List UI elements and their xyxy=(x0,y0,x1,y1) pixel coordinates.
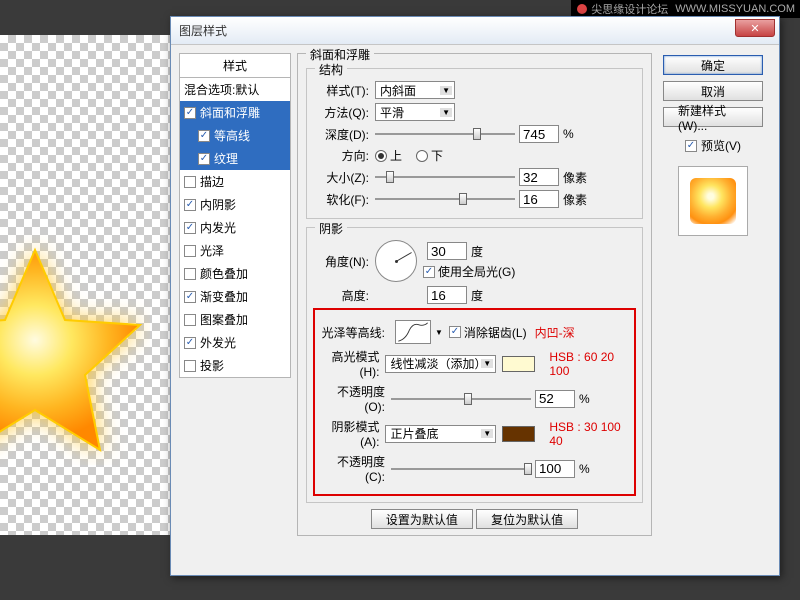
soften-label: 软化(F): xyxy=(313,191,375,208)
style-outer-glow[interactable]: 外发光 xyxy=(180,331,290,354)
structure-subgroup: 结构 样式(T):内斜面 方法(Q):平滑 深度(D):% 方向:上下 大小(Z… xyxy=(306,68,643,219)
gloss-contour-label: 光泽等高线: xyxy=(319,324,391,341)
depth-input[interactable] xyxy=(519,125,559,143)
blending-options-item[interactable]: 混合选项:默认 xyxy=(180,78,290,101)
checkbox-icon[interactable] xyxy=(184,291,196,303)
angle-label: 角度(N): xyxy=(313,253,375,270)
checkbox-icon[interactable] xyxy=(198,153,210,165)
altitude-input[interactable] xyxy=(427,286,467,304)
style-inner-glow[interactable]: 内发光 xyxy=(180,216,290,239)
highlight-opacity-slider[interactable] xyxy=(391,390,531,408)
highlight-opacity-label: 不透明度(O): xyxy=(319,383,391,414)
highlight-hsb-annotation: HSB : 60 20 100 xyxy=(549,350,630,378)
annotation-box: 光泽等高线:▼消除锯齿(L)内凹-深 高光模式(H):线性减淡（添加）HSB :… xyxy=(313,308,636,496)
shadow-opacity-input[interactable] xyxy=(535,460,575,478)
style-color-overlay[interactable]: 颜色叠加 xyxy=(180,262,290,285)
new-style-button[interactable]: 新建样式(W)... xyxy=(663,107,763,127)
preview-thumbnail xyxy=(690,178,736,224)
dialog-title: 图层样式 xyxy=(179,22,227,39)
shadow-opacity-slider[interactable] xyxy=(391,460,531,478)
chevron-down-icon[interactable]: ▼ xyxy=(435,328,443,337)
checkbox-icon[interactable] xyxy=(184,245,196,257)
highlight-color-swatch[interactable] xyxy=(502,356,535,372)
checkbox-icon[interactable] xyxy=(184,199,196,211)
close-icon: ✕ xyxy=(750,22,759,35)
checkbox-icon[interactable] xyxy=(184,222,196,234)
shadow-mode-label: 阴影模式(A): xyxy=(319,418,385,449)
style-inner-shadow[interactable]: 内阴影 xyxy=(180,193,290,216)
highlight-mode-label: 高光模式(H): xyxy=(319,348,385,379)
shading-subgroup: 阴影 角度(N):度使用全局光(G) 高度:度 光泽等高线:▼消除锯齿(L)内凹… xyxy=(306,227,643,503)
preview-label: 预览(V) xyxy=(701,137,741,154)
direction-label: 方向: xyxy=(313,147,375,164)
size-input[interactable] xyxy=(519,168,559,186)
style-contour[interactable]: 等高线 xyxy=(180,124,290,147)
direction-down-radio[interactable] xyxy=(416,150,428,162)
shadow-mode-select[interactable]: 正片叠底 xyxy=(385,425,496,443)
make-default-button[interactable]: 设置为默认值 xyxy=(371,509,473,529)
style-gradient-overlay[interactable]: 渐变叠加 xyxy=(180,285,290,308)
size-label: 大小(Z): xyxy=(313,169,375,186)
global-light-checkbox[interactable] xyxy=(423,266,435,278)
structure-title: 结构 xyxy=(315,61,347,78)
checkbox-icon[interactable] xyxy=(184,176,196,188)
styles-header: 样式 xyxy=(179,53,291,78)
contour-picker[interactable] xyxy=(395,320,431,344)
style-label: 样式(T): xyxy=(313,82,375,99)
technique-select[interactable]: 平滑 xyxy=(375,103,455,121)
checkbox-icon[interactable] xyxy=(184,360,196,372)
star-shape xyxy=(0,235,150,465)
style-select[interactable]: 内斜面 xyxy=(375,81,455,99)
soften-input[interactable] xyxy=(519,190,559,208)
style-stroke[interactable]: 描边 xyxy=(180,170,290,193)
layer-style-dialog: 图层样式 ✕ 样式 混合选项:默认 斜面和浮雕 等高线 纹理 描边 内阴影 内发… xyxy=(170,16,780,576)
ok-button[interactable]: 确定 xyxy=(663,55,763,75)
bevel-group: 斜面和浮雕 结构 样式(T):内斜面 方法(Q):平滑 深度(D):% 方向:上… xyxy=(297,53,652,536)
style-drop-shadow[interactable]: 投影 xyxy=(180,354,290,377)
styles-column: 样式 混合选项:默认 斜面和浮雕 等高线 纹理 描边 内阴影 内发光 光泽 颜色… xyxy=(179,53,291,542)
watermark-text: 尖思缘设计论坛 xyxy=(591,1,668,17)
angle-input[interactable] xyxy=(427,242,467,260)
titlebar[interactable]: 图层样式 ✕ xyxy=(171,17,779,45)
preview-box xyxy=(678,166,748,236)
watermark-url: WWW.MISSYUAN.COM xyxy=(675,3,795,15)
checkbox-icon[interactable] xyxy=(184,337,196,349)
contour-annotation: 内凹-深 xyxy=(535,324,575,341)
altitude-label: 高度: xyxy=(313,287,375,304)
canvas-checkerboard xyxy=(0,35,170,535)
size-slider[interactable] xyxy=(375,168,515,186)
shadow-opacity-label: 不透明度(C): xyxy=(319,453,391,484)
direction-up-radio[interactable] xyxy=(375,150,387,162)
highlight-opacity-input[interactable] xyxy=(535,390,575,408)
close-button[interactable]: ✕ xyxy=(735,19,775,37)
style-texture[interactable]: 纹理 xyxy=(180,147,290,170)
action-column: 确定 取消 新建样式(W)... 预览(V) xyxy=(658,53,768,542)
depth-slider[interactable] xyxy=(375,125,515,143)
soften-slider[interactable] xyxy=(375,190,515,208)
style-pattern-overlay[interactable]: 图案叠加 xyxy=(180,308,290,331)
styles-list: 混合选项:默认 斜面和浮雕 等高线 纹理 描边 内阴影 内发光 光泽 颜色叠加 … xyxy=(179,78,291,378)
shadow-hsb-annotation: HSB : 30 100 40 xyxy=(549,420,630,448)
depth-label: 深度(D): xyxy=(313,126,375,143)
checkbox-icon[interactable] xyxy=(198,130,210,142)
flower-icon xyxy=(576,3,588,15)
highlight-mode-select[interactable]: 线性减淡（添加） xyxy=(385,355,496,373)
antialias-checkbox[interactable] xyxy=(449,326,461,338)
shading-title: 阴影 xyxy=(315,220,347,237)
checkbox-icon[interactable] xyxy=(184,268,196,280)
shadow-color-swatch[interactable] xyxy=(502,426,535,442)
settings-column: 斜面和浮雕 结构 样式(T):内斜面 方法(Q):平滑 深度(D):% 方向:上… xyxy=(297,53,652,542)
checkbox-icon[interactable] xyxy=(184,107,196,119)
preview-checkbox[interactable] xyxy=(685,140,697,152)
reset-default-button[interactable]: 复位为默认值 xyxy=(476,509,578,529)
technique-label: 方法(Q): xyxy=(313,104,375,121)
cancel-button[interactable]: 取消 xyxy=(663,81,763,101)
angle-control[interactable] xyxy=(375,240,417,282)
style-satin[interactable]: 光泽 xyxy=(180,239,290,262)
style-bevel-emboss[interactable]: 斜面和浮雕 xyxy=(180,101,290,124)
checkbox-icon[interactable] xyxy=(184,314,196,326)
